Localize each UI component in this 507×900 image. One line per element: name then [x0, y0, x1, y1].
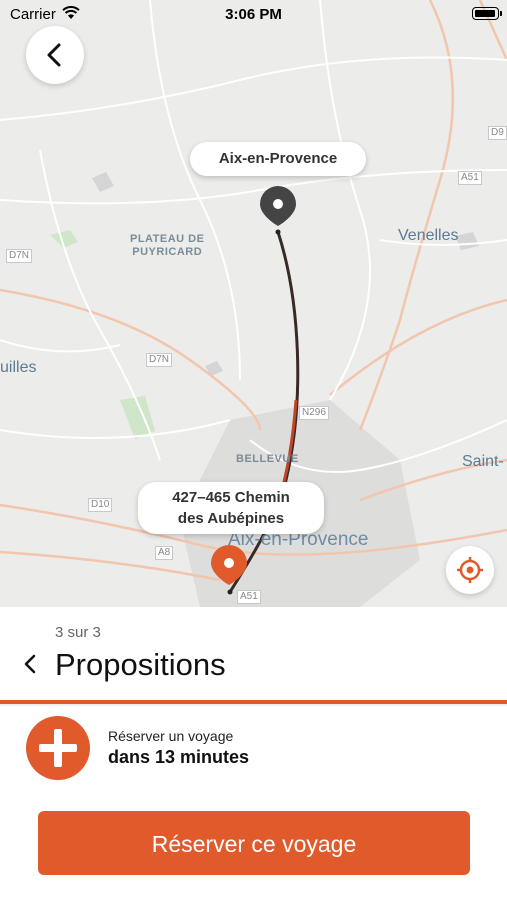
map-view[interactable]: PLATEAU DE PUYRICARD BELLEVUE Venelles u…	[0, 0, 507, 607]
origin-callout[interactable]: 427–465 Chemin des Aubépines	[138, 482, 324, 534]
road-label-n296: N296	[299, 406, 329, 420]
clock: 3:06 PM	[225, 6, 282, 23]
road-label-a8: A8	[155, 546, 174, 560]
origin-callout-line1: 427–465 Chemin	[172, 489, 290, 506]
crosshair-icon	[457, 557, 483, 583]
map-label-uilles: uilles	[0, 359, 37, 376]
destination-callout[interactable]: Aix-en-Provence	[190, 142, 366, 176]
chevron-left-icon	[47, 43, 61, 67]
road-label-a51: A51	[458, 171, 482, 185]
map-label-venelles: Venelles	[398, 227, 459, 244]
road-label-d7n: D7N	[146, 353, 173, 367]
chevron-left-icon	[24, 654, 36, 674]
proposal-counter: 3 sur 3	[55, 624, 101, 641]
divider-shadow	[0, 704, 507, 707]
back-button[interactable]	[26, 26, 84, 84]
map-label-plateau: PLATEAU DE PUYRICARD	[130, 233, 205, 258]
origin-callout-line2: des Aubépines	[177, 510, 285, 527]
road-label-d10: D10	[88, 498, 113, 512]
battery-icon	[472, 7, 502, 20]
book-label: Réserver un voyage	[108, 728, 234, 744]
status-bar: Carrier 3:06 PM	[0, 0, 507, 28]
road-label-d7n: D7N	[6, 249, 33, 263]
bottom-sheet: 3 sur 3 Propositions Réserver un voyage …	[0, 607, 507, 900]
road-label-a51: A51	[237, 590, 261, 604]
book-trip-button[interactable]: Réserver ce voyage	[38, 811, 470, 875]
map-label-bellevue: BELLEVUE	[236, 453, 299, 465]
locate-me-button[interactable]	[446, 546, 494, 594]
road-label-d9: D9	[488, 126, 507, 140]
previous-proposal-button[interactable]	[20, 652, 40, 676]
page-title: Propositions	[55, 647, 226, 682]
add-trip-button[interactable]	[26, 716, 90, 780]
book-time: dans 13 minutes	[108, 747, 250, 767]
map-label-saint: Saint-	[462, 453, 504, 470]
